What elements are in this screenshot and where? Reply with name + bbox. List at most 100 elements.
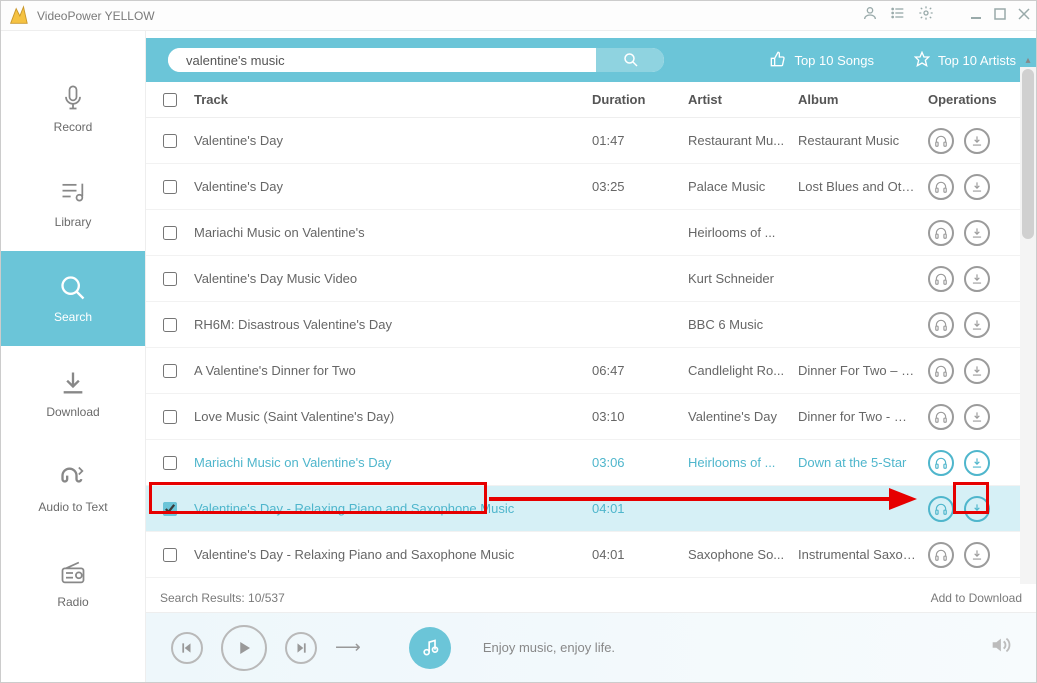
table-row[interactable]: Mariachi Music on Valentine's Heirlooms o… (146, 210, 1036, 256)
table-header: Track Duration Artist Album Operations (146, 82, 1036, 118)
close-button[interactable] (1018, 7, 1030, 25)
download-button[interactable] (964, 496, 990, 522)
thumbs-up-icon (770, 51, 786, 70)
cell-album: Instrumental Saxop... (798, 547, 928, 562)
listen-button[interactable] (928, 128, 954, 154)
app-logo-icon (7, 5, 29, 27)
top-artists-link[interactable]: Top 10 Artists (914, 51, 1016, 70)
cell-duration: 04:01 (592, 501, 688, 516)
play-button[interactable] (221, 625, 267, 671)
results-table: Track Duration Artist Album Operations V… (146, 82, 1036, 682)
table-row[interactable]: Valentine's Day Music VideoKurt Schneide… (146, 256, 1036, 302)
search-button[interactable] (596, 46, 666, 74)
download-button[interactable] (964, 358, 990, 384)
row-checkbox[interactable] (163, 134, 177, 148)
listen-button[interactable] (928, 220, 954, 246)
row-checkbox[interactable] (163, 180, 177, 194)
list-icon[interactable] (890, 5, 906, 26)
sidebar-item-audio-to-text[interactable]: Audio to Text (1, 441, 145, 536)
listen-button[interactable] (928, 312, 954, 338)
repeat-icon[interactable]: ⟶ (335, 637, 361, 658)
sidebar-item-label: Library (55, 215, 92, 229)
download-button[interactable] (964, 312, 990, 338)
row-checkbox[interactable] (163, 272, 177, 286)
row-checkbox[interactable] (163, 548, 177, 562)
titlebar: VideoPower YELLOW (1, 1, 1036, 31)
sidebar-item-label: Record (54, 120, 93, 134)
listen-button[interactable] (928, 266, 954, 292)
table-row[interactable]: Valentine's Day03:25Palace MusicLost Blu… (146, 164, 1036, 210)
next-button[interactable] (285, 632, 317, 664)
sidebar-item-label: Search (54, 310, 92, 324)
gear-icon[interactable] (918, 5, 934, 26)
sidebar-item-label: Radio (57, 595, 88, 609)
top-songs-label: Top 10 Songs (794, 53, 874, 68)
select-all-checkbox[interactable] (163, 93, 177, 107)
cell-album: Restaurant Music (798, 133, 928, 148)
table-row[interactable]: Valentine's Day - Relaxing Piano and Sax… (146, 486, 1036, 532)
table-row[interactable]: RH6M: Disastrous Valentine's DayBBC 6 Mu… (146, 302, 1036, 348)
topbar: Top 10 Songs Top 10 Artists (146, 38, 1036, 82)
cell-duration: 03:10 (592, 409, 688, 424)
listen-button[interactable] (928, 542, 954, 568)
sidebar-item-radio[interactable]: Radio (1, 536, 145, 631)
cell-duration: 03:06 (592, 455, 688, 470)
sidebar-item-search[interactable]: Search (1, 251, 145, 346)
table-row[interactable]: Valentine's Day - Relaxing Piano and Sax… (146, 532, 1036, 578)
sidebar-item-record[interactable]: Record (1, 61, 145, 156)
volume-icon[interactable] (989, 634, 1011, 661)
cell-artist: Heirlooms of ... (688, 225, 798, 240)
table-row[interactable]: Mariachi Music on Valentine's Day03:06He… (146, 440, 1036, 486)
table-row[interactable]: Love Music (Saint Valentine's Day)03:10V… (146, 394, 1036, 440)
download-button[interactable] (964, 266, 990, 292)
download-button[interactable] (964, 220, 990, 246)
table-row[interactable]: Valentine's Day01:47Restaurant Mu...Rest… (146, 118, 1036, 164)
sidebar-item-download[interactable]: Download (1, 346, 145, 441)
minimize-button[interactable] (970, 7, 982, 25)
table-row[interactable]: A Valentine's Dinner for Two06:47Candlel… (146, 348, 1036, 394)
cell-duration: 04:01 (592, 547, 688, 562)
cell-track: Valentine's Day (194, 133, 592, 148)
cell-artist: Candlelight Ro... (688, 363, 798, 378)
cell-artist: Palace Music (688, 179, 798, 194)
scrollbar[interactable]: ▴ (1020, 67, 1036, 584)
search-box (166, 46, 666, 74)
cell-track: Valentine's Day - Relaxing Piano and Sax… (194, 547, 592, 562)
row-checkbox[interactable] (163, 502, 177, 516)
scroll-thumb[interactable] (1022, 69, 1034, 239)
cell-artist: Restaurant Mu... (688, 133, 798, 148)
listen-button[interactable] (928, 358, 954, 384)
cell-artist: Valentine's Day (688, 409, 798, 424)
row-checkbox[interactable] (163, 410, 177, 424)
download-button[interactable] (964, 128, 990, 154)
cell-duration: 06:47 (592, 363, 688, 378)
listen-button[interactable] (928, 174, 954, 200)
row-checkbox[interactable] (163, 364, 177, 378)
cell-track: Mariachi Music on Valentine's (194, 225, 592, 240)
scroll-up-icon[interactable]: ▴ (1020, 53, 1036, 67)
now-playing-text: Enjoy music, enjoy life. (483, 640, 971, 655)
cell-duration: 03:25 (592, 179, 688, 194)
row-checkbox[interactable] (163, 318, 177, 332)
maximize-button[interactable] (994, 7, 1006, 25)
download-button[interactable] (964, 174, 990, 200)
header-operations: Operations (928, 92, 1028, 107)
row-checkbox[interactable] (163, 226, 177, 240)
prev-button[interactable] (171, 632, 203, 664)
download-button[interactable] (964, 450, 990, 476)
download-button[interactable] (964, 542, 990, 568)
top-songs-link[interactable]: Top 10 Songs (770, 51, 874, 70)
download-button[interactable] (964, 404, 990, 430)
search-input[interactable] (168, 48, 596, 72)
cell-track: Valentine's Day - Relaxing Piano and Sax… (194, 501, 592, 516)
listen-button[interactable] (928, 404, 954, 430)
listen-button[interactable] (928, 496, 954, 522)
add-to-download-link[interactable]: Add to Download (931, 591, 1022, 605)
sidebar-item-library[interactable]: Library (1, 156, 145, 251)
row-checkbox[interactable] (163, 456, 177, 470)
cell-track: Valentine's Day (194, 179, 592, 194)
user-icon[interactable] (862, 5, 878, 26)
main-panel: Top 10 Songs Top 10 Artists Track Durati… (146, 31, 1036, 682)
player-bar: ⟶ Enjoy music, enjoy life. (146, 612, 1036, 682)
listen-button[interactable] (928, 450, 954, 476)
